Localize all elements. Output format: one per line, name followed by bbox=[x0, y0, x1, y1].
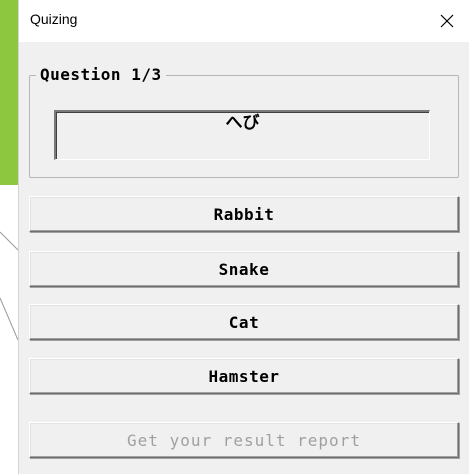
word-display: へび bbox=[54, 110, 430, 160]
option-button-snake[interactable]: Snake bbox=[29, 251, 459, 287]
question-label: Question 1/3 bbox=[36, 65, 166, 85]
result-report-button[interactable]: Get your result report bbox=[29, 422, 459, 458]
question-groupbox: Question 1/3 へび bbox=[29, 65, 459, 178]
close-button[interactable] bbox=[424, 0, 469, 42]
option-button-hamster[interactable]: Hamster bbox=[29, 358, 459, 394]
option-button-rabbit[interactable]: Rabbit bbox=[29, 196, 459, 232]
window-title: Quizing bbox=[30, 11, 78, 27]
close-icon bbox=[440, 14, 454, 28]
option-button-cat[interactable]: Cat bbox=[29, 304, 459, 340]
quiz-word: へび bbox=[225, 113, 260, 133]
quiz-dialog: Quizing Question 1/3 へび Rabbit Snake Cat… bbox=[18, 0, 469, 474]
title-bar: Quizing bbox=[19, 0, 469, 42]
